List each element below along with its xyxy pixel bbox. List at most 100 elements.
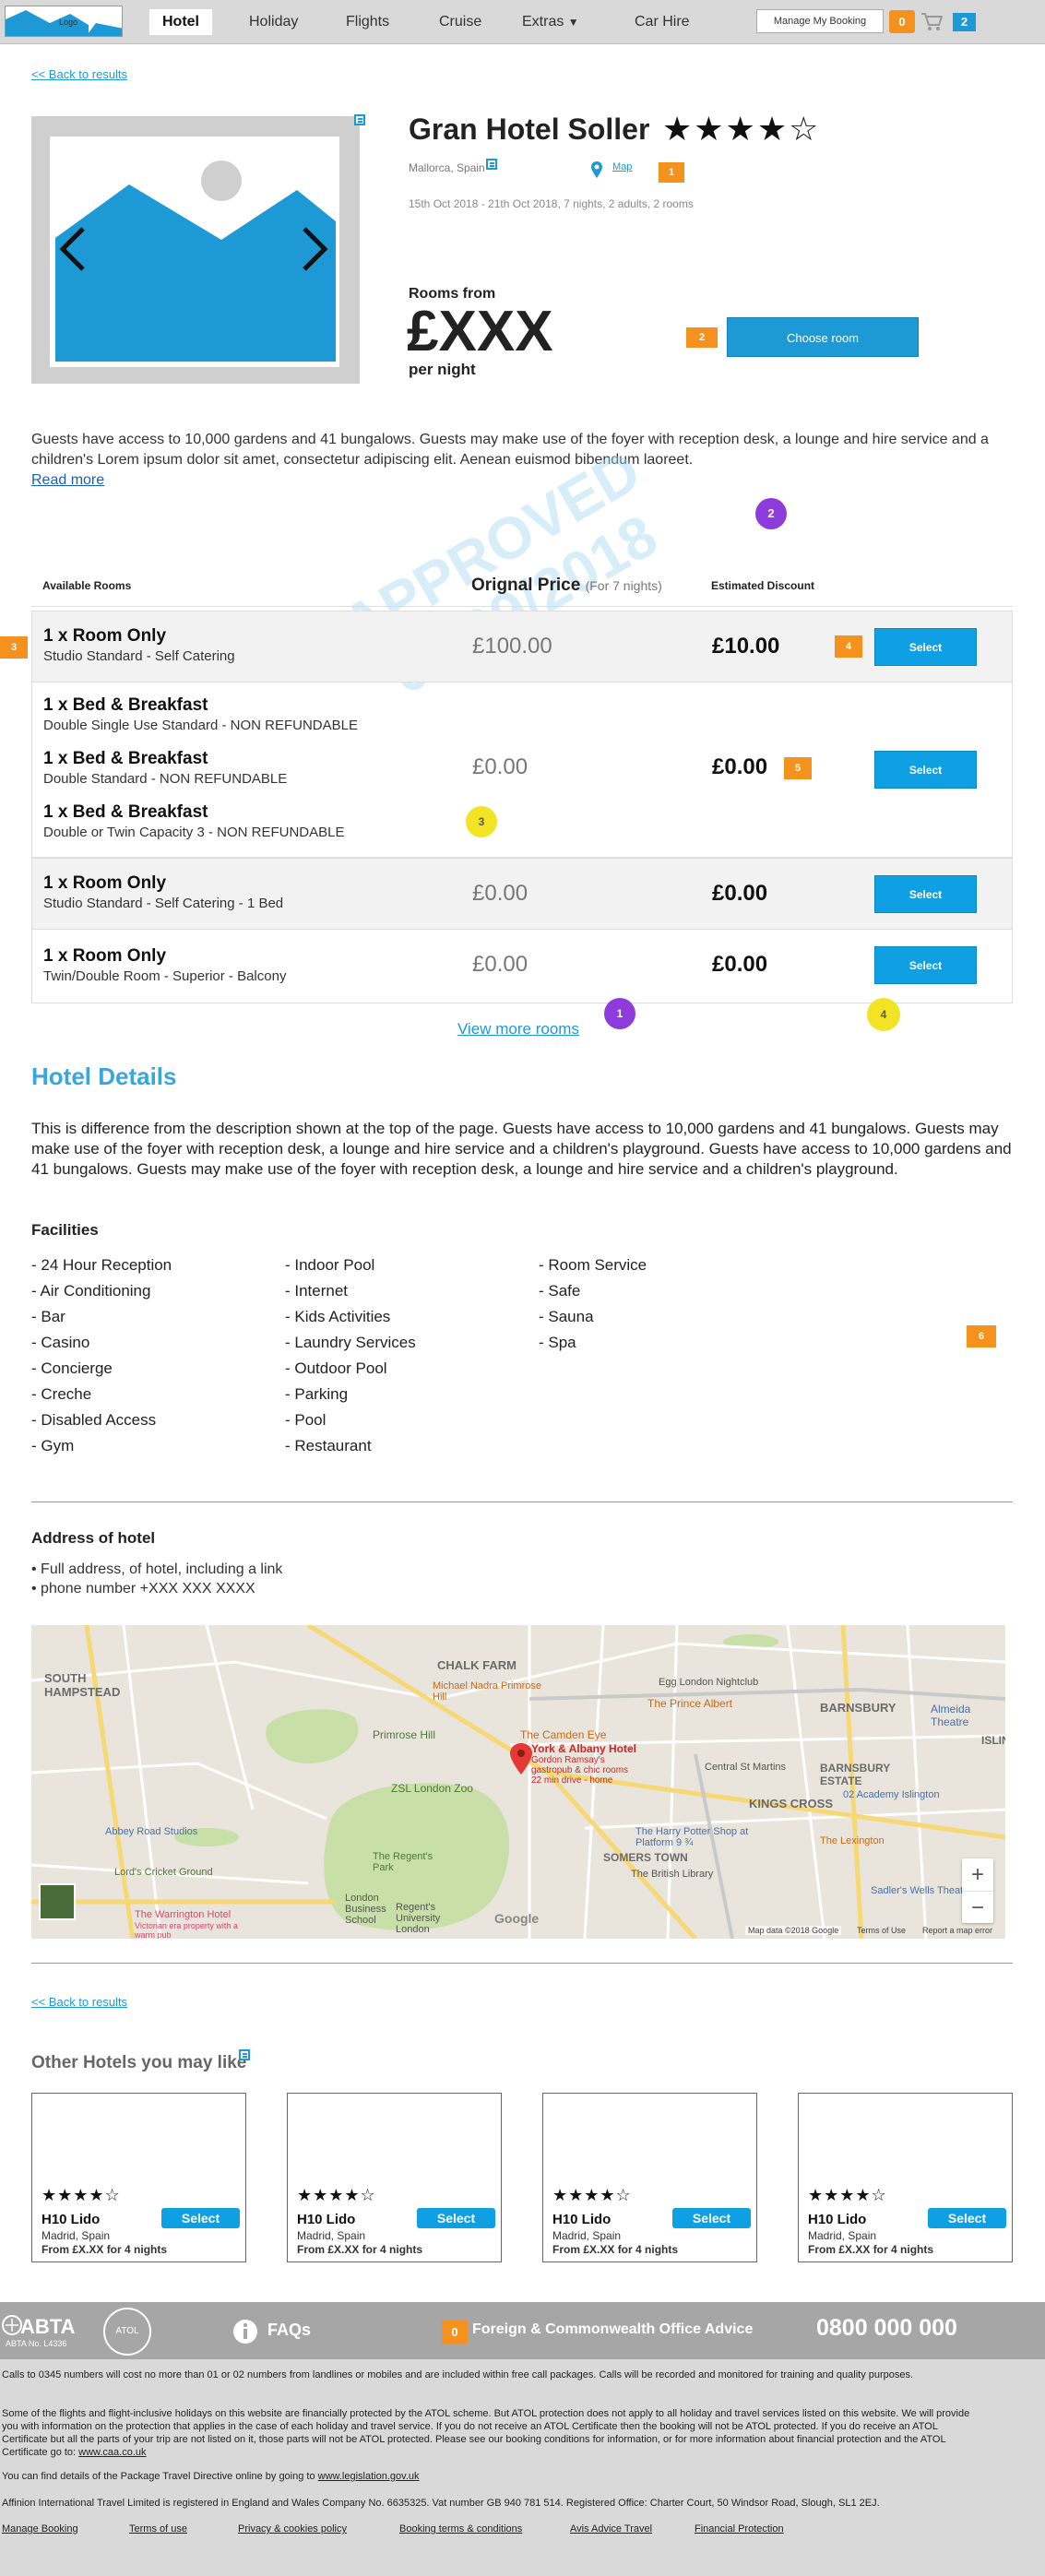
chevron-left-icon[interactable] [55,225,89,273]
nav-car-hire[interactable]: Car Hire [622,9,703,35]
footer-link-booking-terms[interactable]: Booking terms & conditions [399,2523,522,2534]
fco-advice-link[interactable]: Foreign & Commonwealth Office Advice [472,2321,753,2338]
nav-holiday[interactable]: Holiday [236,9,311,35]
footer-atol-text: Some of the flights and flight-inclusive… [2,2408,970,2458]
hotel-card[interactable]: ★★★★☆ H10 Lido Madrid, Spain From £X.XX … [287,2093,502,2262]
zoom-in-button[interactable]: + [962,1858,993,1891]
col-available-rooms: Available Rooms [42,579,132,592]
caa-link[interactable]: www.caa.co.uk [78,2447,146,2458]
select-room-button[interactable]: Select [874,875,977,913]
map-label: Abbey Road Studios [105,1826,198,1837]
hotel-card[interactable]: ★★★★☆ H10 Lido Madrid, Spain From £X.XX … [542,2093,757,2262]
map-terms-link[interactable]: Terms of Use [857,1926,906,1935]
card-select-button[interactable]: Select [928,2208,1006,2228]
hotel-card[interactable]: ★★★★☆ H10 Lido Madrid, Spain From £X.XX … [798,2093,1013,2262]
room-subtitle: Twin/Double Room - Superior - Balcony [43,968,287,984]
map-pin-icon[interactable] [590,160,603,179]
select-room-button[interactable]: Select [874,628,977,666]
annotation-circle-3: 3 [466,806,497,837]
footer-link-financial-protection[interactable]: Financial Protection [695,2523,784,2534]
back-to-results-link[interactable]: << Back to results [31,1995,127,2009]
select-room-button[interactable]: Select [874,946,977,984]
fco-badge: 0 [442,2321,468,2344]
nav-flights[interactable]: Flights [333,9,402,35]
note-icon [486,159,497,170]
footer-link-privacy[interactable]: Privacy & cookies policy [238,2523,347,2534]
facilities-column-3: - Room Service - Safe - Sauna - Spa [539,1252,647,1356]
facility-item: - Restaurant [285,1437,372,1454]
abta-logo-icon [2,2315,22,2335]
map-link[interactable]: Map [612,161,632,172]
satellite-toggle[interactable] [39,1883,76,1920]
logo[interactable]: Logo [5,6,123,37]
footer-body [0,2359,1045,2576]
hotel-map-pin-icon[interactable] [509,1742,533,1775]
footer-atol-info: Some of the flights and flight-inclusive… [2,2407,970,2459]
annotation-circle-1: 1 [604,998,635,1029]
top-nav: Logo Hotel Holiday Flights Cruise Extras… [0,0,1045,44]
nav-hotel[interactable]: Hotel [149,9,212,35]
footer-link-manage-booking[interactable]: Manage Booking [2,2523,78,2534]
chevron-right-icon[interactable] [299,225,332,273]
atol-logo-icon: ATOL [103,2308,151,2356]
facility-item: - Sauna [539,1308,594,1325]
card-price: From £X.XX for 4 nights [552,2243,679,2256]
hotel-details-text: This is difference from the description … [31,1120,1012,1178]
room-subtitle: Studio Standard - Self Catering - 1 Bed [43,896,284,911]
map-label: The Lexington [820,1835,885,1846]
back-to-results-link[interactable]: << Back to results [31,67,127,81]
zoom-out-button[interactable]: − [962,1891,993,1923]
abta-number: ABTA No. L4336 [6,2339,67,2348]
facilities-title: Facilities [31,1221,99,1239]
footer-package-info: You can find details of the Package Trav… [2,2470,970,2483]
card-location: Madrid, Spain [808,2229,877,2242]
footer-link-terms[interactable]: Terms of use [129,2523,187,2534]
map-label: The Regent's Park [373,1851,433,1873]
map-report-link[interactable]: Report a map error [922,1926,992,1935]
footer-link-avis-advice[interactable]: Avis Advice Travel [570,2523,652,2534]
hotel-image-carousel [31,116,360,384]
map-label: BARNSBURY ESTATE [820,1762,891,1787]
map-hotel-sub: gastropub & chic rooms [531,1765,629,1775]
hotel-map[interactable]: SOUTH HAMPSTEAD CHALK FARM Primrose Hill… [31,1625,1005,1939]
choose-room-button[interactable]: Choose room [727,317,919,357]
map-label: The Warrington Hotel [135,1909,232,1920]
read-more-link[interactable]: Read more [31,472,104,489]
map-label: The Harry Potter Shop at Platform 9 ¾ [635,1826,749,1848]
facility-item: - Creche [31,1385,92,1403]
card-price: From £X.XX for 4 nights [297,2243,423,2256]
hotel-details-title: Hotel Details [31,1062,177,1090]
hotel-card[interactable]: ★★★★☆ H10 Lido Madrid, Spain From £X.XX … [31,2093,246,2262]
facility-item: - Parking [285,1385,349,1403]
annotation-flag-3: 3 [0,636,28,659]
nav-extras[interactable]: Extras ▼ [509,9,592,35]
facility-item: - Casino [31,1334,90,1351]
map-label: SOUTH HAMPSTEAD [44,1671,121,1699]
room-title: 1 x Room Only [43,873,167,893]
map-label: ZSL London Zoo [391,1782,473,1795]
map-label: ISLIN [981,1734,1005,1747]
faqs-link[interactable]: FAQs [267,2321,311,2340]
annotation-flag-2: 2 [686,327,718,348]
address-title: Address of hotel [31,1529,156,1547]
facility-item: - Internet [285,1282,349,1300]
room-info: 1 x Room Only Studio Standard - Self Cat… [43,626,235,664]
manage-booking-button[interactable]: Manage My Booking [756,9,884,33]
info-icon [233,2320,257,2344]
view-more-rooms-link[interactable]: View more rooms [457,1020,579,1039]
legislation-link[interactable]: www.legislation.gov.uk [318,2471,420,2482]
card-select-button[interactable]: Select [161,2208,240,2228]
facility-item: - Bar [31,1308,65,1325]
nav-cruise[interactable]: Cruise [426,9,494,35]
select-room-button[interactable]: Select [874,751,977,789]
room-original-price: £0.00 [472,952,528,977]
annotation-flag-1: 1 [659,162,684,183]
map-label: Lord's Cricket Ground [114,1867,213,1878]
card-select-button[interactable]: Select [417,2208,495,2228]
divider [31,1963,1013,1964]
room-original-price: £100.00 [472,634,552,659]
map-label: Primrose Hill [373,1728,436,1741]
card-select-button[interactable]: Select [672,2208,751,2228]
card-star-rating: ★★★★☆ [808,2186,887,2204]
cart-icon[interactable] [920,11,943,31]
